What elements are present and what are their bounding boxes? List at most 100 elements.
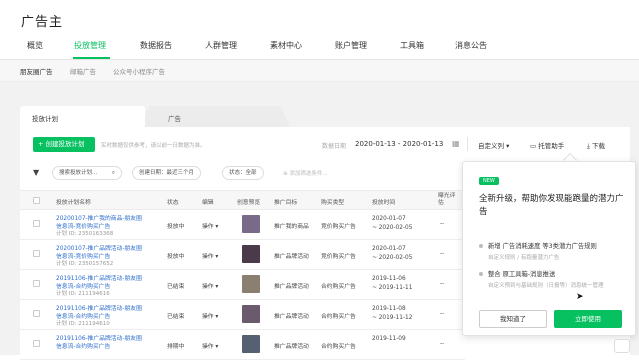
- bullet-icon: [479, 272, 483, 276]
- subnav-mp[interactable]: 公众号小程序广告: [113, 66, 165, 76]
- creative-thumbnail[interactable]: [242, 215, 260, 233]
- tab-plans-label: 投放计划: [32, 115, 58, 123]
- select-all-checkbox[interactable]: [33, 197, 40, 204]
- plans-table: 投放计划名称 状态 编辑 创意预览 推广目标 购买类型 投放时间 曝光评估 20…: [20, 190, 465, 360]
- nav-materials[interactable]: 素材中心: [270, 40, 302, 51]
- plan-goal: 推广品牌活动: [274, 284, 309, 290]
- row-checkbox[interactable]: [33, 250, 40, 257]
- time-end: ~ 2019-11-11: [372, 285, 413, 291]
- time-end: ~ 2019-11-12: [372, 315, 413, 321]
- create-plan-button[interactable]: + 创建投放计划: [33, 137, 95, 152]
- plan-status: 已结束: [167, 314, 185, 320]
- feature-popup: NEW 全新升级，帮助你发现能跑量的潜力广告 新增 广告消耗速度 等3类潜力广告…: [462, 161, 636, 336]
- plan-goal: 推广品牌活动: [274, 314, 309, 320]
- operate-dropdown[interactable]: 操作 ▾: [202, 251, 218, 260]
- nav-delivery[interactable]: 投放管理: [74, 40, 106, 51]
- tab-ads[interactable]: 广告: [140, 106, 290, 128]
- col-status: 状态: [167, 200, 179, 206]
- col-time: 投放时间: [372, 200, 396, 206]
- creative-thumbnail[interactable]: [242, 275, 260, 293]
- use-now-button[interactable]: 立即使用: [554, 310, 622, 328]
- row-checkbox[interactable]: [33, 280, 40, 287]
- operate-dropdown[interactable]: 操作 ▾: [202, 221, 218, 230]
- sub-nav: 朋友圈广告 邮箱广告 公众号小程序广告: [0, 60, 639, 82]
- time-start: 2019-11-09: [372, 336, 406, 342]
- col-exposure: 曝光评估: [438, 193, 456, 206]
- tab-ads-label: 广告: [168, 115, 181, 123]
- time-end: ~ 2020-02-05: [372, 255, 413, 261]
- nav-toolbox[interactable]: 工具箱: [400, 40, 424, 51]
- col-name: 投放计划名称: [56, 200, 91, 206]
- feature-1-sub: 自定义规则 / 有跑量潜力广告: [488, 255, 560, 261]
- feature-1: 新增 广告消耗速度 等3类潜力广告规则: [488, 243, 597, 250]
- nav-audience[interactable]: 人群管理: [205, 40, 237, 51]
- col-edit: 编辑: [202, 200, 214, 206]
- search-input[interactable]: 搜索投放计划... ⌕: [52, 166, 122, 180]
- nav-overview[interactable]: 概览: [27, 40, 43, 51]
- calendar-icon[interactable]: ▦: [452, 139, 460, 148]
- date-range-picker[interactable]: 2020-01-13 - 2020-01-13: [355, 140, 443, 148]
- subnav-mail[interactable]: 邮箱广告: [70, 66, 96, 76]
- table-row: 20200107-推广品牌活动-朋友圈 信息流-竞价购买广告 计划 ID: 2350…: [20, 240, 465, 270]
- operate-dropdown[interactable]: 操作 ▾: [202, 311, 218, 320]
- active-nav-indicator: [73, 57, 110, 59]
- feature-2: 整合 原工具箱-消息推送: [488, 271, 556, 278]
- feature-2-sub: 自定义预到与基础规则（日报等）消息统一管理: [488, 283, 604, 289]
- created-date-filter[interactable]: 创建日期：最近三个月: [132, 166, 202, 180]
- time-start: 2020-01-07: [372, 216, 406, 222]
- plan-goal: 推广品牌活动: [274, 254, 309, 260]
- download-button[interactable]: ⤓ 下载: [587, 140, 605, 151]
- plan-id: 计划 ID: 211194610: [56, 321, 110, 327]
- add-filter-button[interactable]: ⊕ 添加筛选条件...: [283, 169, 328, 177]
- nav-account[interactable]: 账户管理: [335, 40, 367, 51]
- tab-plans[interactable]: 投放计划: [20, 106, 145, 128]
- table-header: 投放计划名称 状态 编辑 创意预览 推广目标 购买类型 投放时间 曝光评估: [20, 190, 465, 210]
- status-filter[interactable]: 状态：全部: [222, 166, 264, 180]
- plan-status: 投放中: [167, 254, 185, 260]
- exposure-value: --: [440, 251, 445, 257]
- custom-columns-button[interactable]: 自定义列 ▾: [478, 140, 509, 150]
- creative-thumbnail[interactable]: [242, 335, 260, 353]
- buy-type: 竞价购买广告: [321, 224, 356, 230]
- buy-type: 合约购买广告: [321, 284, 356, 290]
- table-row: 20191106-推广品牌活动-朋友圈 信息流-合约购买广告 排期中 操作 ▾ 推广品牌…: [20, 330, 465, 360]
- exposure-value: --: [440, 221, 445, 227]
- time-start: 2019-11-08: [372, 306, 406, 312]
- exposure-value: --: [440, 311, 445, 317]
- exposure-value: --: [440, 281, 445, 287]
- row-checkbox[interactable]: [33, 340, 40, 347]
- row-checkbox[interactable]: [33, 220, 40, 227]
- chat-icon: ▭: [530, 142, 539, 150]
- plan-status: 排期中: [167, 344, 185, 350]
- search-placeholder: 搜索投放计划...: [59, 170, 98, 176]
- got-it-button[interactable]: 我知道了: [479, 310, 547, 328]
- time-end: ~ 2020-02-05: [372, 225, 413, 231]
- popup-title: 全新升级，帮助你发现能跑量的潜力广告: [479, 194, 624, 217]
- buy-type: 合约购买广告: [321, 344, 356, 350]
- plan-name-link-2[interactable]: 信息流-合约购买广告: [56, 341, 110, 350]
- bullet-icon: [479, 244, 483, 248]
- filter-icon[interactable]: ▼: [33, 168, 39, 177]
- operate-dropdown[interactable]: 操作 ▾: [202, 281, 218, 290]
- time-start: 2019-11-06: [372, 276, 406, 282]
- creative-thumbnail[interactable]: [242, 305, 260, 323]
- table-row: 20200107-推广我的商品-朋友圈 信息流-竞价购买广告 计划 ID: 2350…: [20, 210, 465, 240]
- hosting-label: 托管助手: [538, 142, 565, 150]
- chat-support-icon[interactable]: [614, 339, 630, 353]
- subnav-moments[interactable]: 朋友圈广告: [20, 66, 53, 76]
- creative-thumbnail[interactable]: [242, 245, 260, 263]
- operate-dropdown[interactable]: 操作 ▾: [202, 341, 218, 350]
- nav-messages[interactable]: 消息公告: [455, 40, 487, 51]
- row-checkbox[interactable]: [33, 310, 40, 317]
- nav-reports[interactable]: 数据报告: [140, 40, 172, 51]
- hosting-assistant-button[interactable]: ▭ 托管助手: [530, 140, 564, 150]
- table-row: 20191106-推广品牌活动-朋友圈 信息流-合约购买广告 计划 ID: 2111…: [20, 300, 465, 330]
- exposure-value: --: [440, 341, 445, 347]
- plan-id: 计划 ID: 2350163368: [56, 231, 114, 237]
- new-badge: NEW: [479, 177, 499, 185]
- col-preview: 创意预览: [237, 200, 261, 206]
- col-buy-type: 购买类型: [321, 200, 345, 206]
- main-nav: 概览 投放管理 数据报告 人群管理 素材中心 账户管理 工具箱 消息公告: [0, 36, 639, 60]
- plan-goal: 推广我的商品: [274, 224, 309, 230]
- buy-type: 合约购买广告: [321, 314, 356, 320]
